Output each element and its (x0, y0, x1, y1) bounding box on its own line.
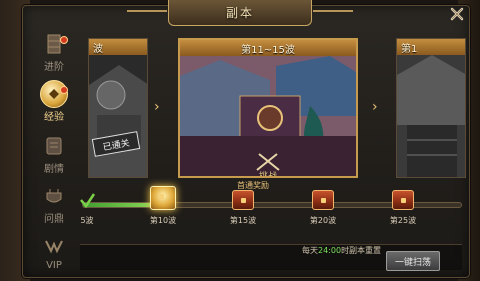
reward-node-label: 第25波 (389, 216, 417, 225)
stage-card-previous[interactable]: 波 已通关 (88, 38, 148, 178)
sidebar-item-label: 经验 (44, 112, 64, 123)
prev-stage-arrow[interactable]: › (154, 100, 164, 114)
close-button[interactable] (446, 3, 468, 25)
sidebar-item-experience[interactable]: 经验 (30, 80, 78, 126)
chest-icon[interactable] (232, 190, 254, 210)
reward-node[interactable]: 第20波 (306, 190, 340, 226)
reward-node-label: 第10波 (149, 216, 177, 225)
one-click-sweep-button[interactable]: 一键扫荡 (386, 251, 440, 271)
close-icon (450, 7, 464, 21)
reset-info: 每天24:00时副本重置 (302, 245, 392, 257)
title-plate: 副本 (127, 0, 353, 26)
stage-scenery (89, 55, 147, 177)
stage-card-header: 第1 (397, 39, 465, 55)
reward-node-label: 5波 (80, 216, 94, 225)
sidebar-item-advance[interactable]: 进阶 (30, 32, 78, 76)
chest-icon[interactable] (392, 190, 414, 210)
reset-info-prefix: 每天 (302, 246, 318, 255)
sidebar-item-vip[interactable]: VIP (30, 234, 78, 278)
reward-node-label: 第15波 (229, 216, 257, 225)
reward-node-label: 第20波 (309, 216, 337, 225)
stage-carousel: 波 已通关 › 第11~15波 挑战 › 第1 (88, 38, 466, 178)
stage-card-next[interactable]: 第1 (396, 38, 466, 178)
reward-node[interactable]: 第10波 (146, 186, 180, 226)
chevron-right-icon: › (372, 99, 378, 115)
stage-scenery (397, 55, 465, 177)
reward-node[interactable]: 5波 (70, 190, 104, 226)
vip-icon (39, 234, 69, 258)
crossed-swords-icon (256, 153, 280, 171)
reset-time: 24:00 (318, 246, 342, 255)
stage-card-header: 波 (89, 39, 147, 55)
gold-chest-icon[interactable] (150, 186, 176, 210)
reward-node[interactable]: 第15波 (226, 190, 260, 226)
stage-card-current[interactable]: 第11~15波 挑战 (178, 38, 358, 178)
sidebar-item-story[interactable]: 剧情 (30, 134, 78, 178)
sidebar-item-label: 剧情 (44, 164, 64, 175)
cauldron-icon (39, 184, 69, 208)
notification-badge (60, 86, 68, 94)
chevron-left-icon: › (154, 99, 160, 115)
cleared-check-icon (80, 193, 96, 209)
window-title: 副本 (225, 6, 254, 20)
sidebar: 进阶 经验 剧情 问鼎 VIP (30, 30, 78, 278)
challenge-button[interactable]: 挑战 (240, 152, 296, 176)
chest-icon[interactable] (312, 190, 334, 210)
scroll-icon (39, 134, 69, 158)
reward-node[interactable]: 第25波 (386, 190, 420, 226)
sidebar-item-label: 进阶 (44, 62, 64, 73)
sidebar-item-label: VIP (46, 260, 62, 271)
notification-badge (60, 36, 68, 44)
next-stage-arrow[interactable]: › (372, 100, 382, 114)
stage-card-header: 第11~15波 (180, 40, 356, 56)
reset-info-suffix: 时副本重置 (341, 246, 382, 255)
